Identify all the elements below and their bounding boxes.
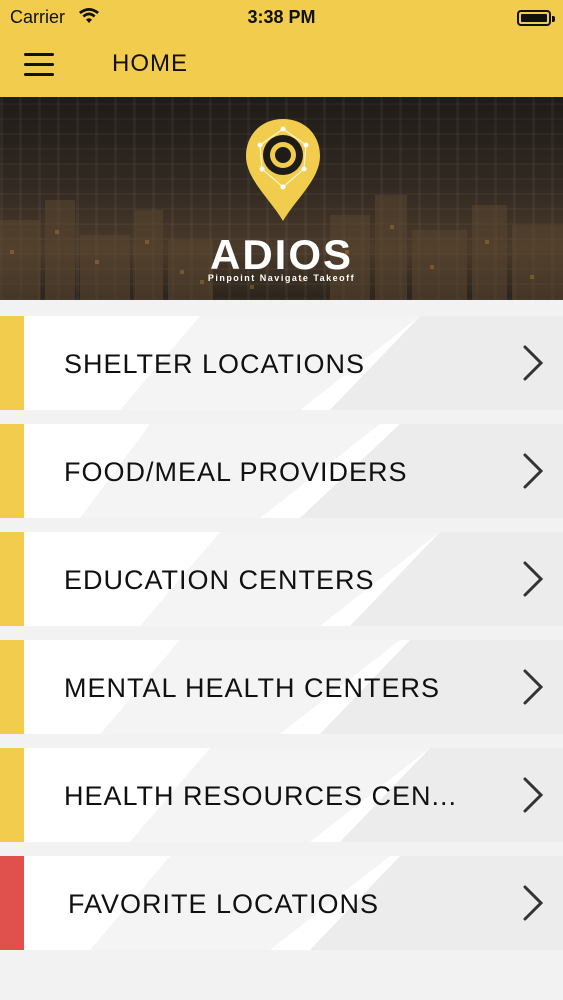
menu-item-label: HEALTH RESOURCES CEN... (64, 781, 458, 811)
menu-item-health-resources-centers[interactable]: HEALTH RESOURCES CEN... (0, 748, 563, 842)
top-bar: Carrier 3:38 PM HOME (0, 0, 563, 97)
chevron-right-icon (523, 345, 544, 381)
battery-icon (517, 10, 555, 26)
status-time: 3:38 PM (247, 7, 316, 27)
row-accent-bar (0, 748, 24, 842)
row-accent-bar (0, 424, 24, 518)
menu-item-label: FOOD/MEAL PROVIDERS (64, 457, 408, 487)
category-list: SHELTER LOCATIONS FOOD/MEAL PROVIDERS ED… (0, 316, 563, 964)
menu-item-label: MENTAL HEALTH CENTERS (64, 673, 441, 703)
menu-item-favorite-locations[interactable]: FAVORITE LOCATIONS (0, 856, 563, 950)
row-accent-bar (0, 316, 24, 410)
location-pin-logo-icon (246, 119, 320, 221)
chevron-right-icon (523, 453, 544, 489)
page-title: HOME (112, 50, 188, 77)
brand-name: ADIOS (209, 231, 353, 278)
menu-item-label: EDUCATION CENTERS (64, 565, 375, 595)
chevron-right-icon (523, 561, 544, 597)
chevron-right-icon (523, 885, 544, 921)
status-bar: Carrier 3:38 PM (0, 0, 563, 36)
brand-tagline: Pinpoint Navigate Takeoff (207, 273, 356, 283)
row-accent-bar (0, 532, 24, 626)
chevron-right-icon (523, 777, 544, 813)
menu-item-education-centers[interactable]: EDUCATION CENTERS (0, 532, 563, 626)
menu-item-mental-health-centers[interactable]: MENTAL HEALTH CENTERS (0, 640, 563, 734)
nav-bar: HOME (0, 36, 563, 97)
hero-banner: ADIOS Pinpoint Navigate Takeoff (0, 97, 563, 300)
hamburger-menu-icon[interactable] (24, 51, 54, 77)
row-accent-bar (0, 856, 24, 950)
chevron-right-icon (523, 669, 544, 705)
row-accent-bar (0, 640, 24, 734)
app-screen: Carrier 3:38 PM HOME ADIOS Pinpoint Navi… (0, 0, 563, 1000)
menu-item-food-meal-providers[interactable]: FOOD/MEAL PROVIDERS (0, 424, 563, 518)
menu-item-label: FAVORITE LOCATIONS (68, 889, 380, 919)
menu-item-label: SHELTER LOCATIONS (64, 349, 366, 379)
menu-item-shelter-locations[interactable]: SHELTER LOCATIONS (0, 316, 563, 410)
